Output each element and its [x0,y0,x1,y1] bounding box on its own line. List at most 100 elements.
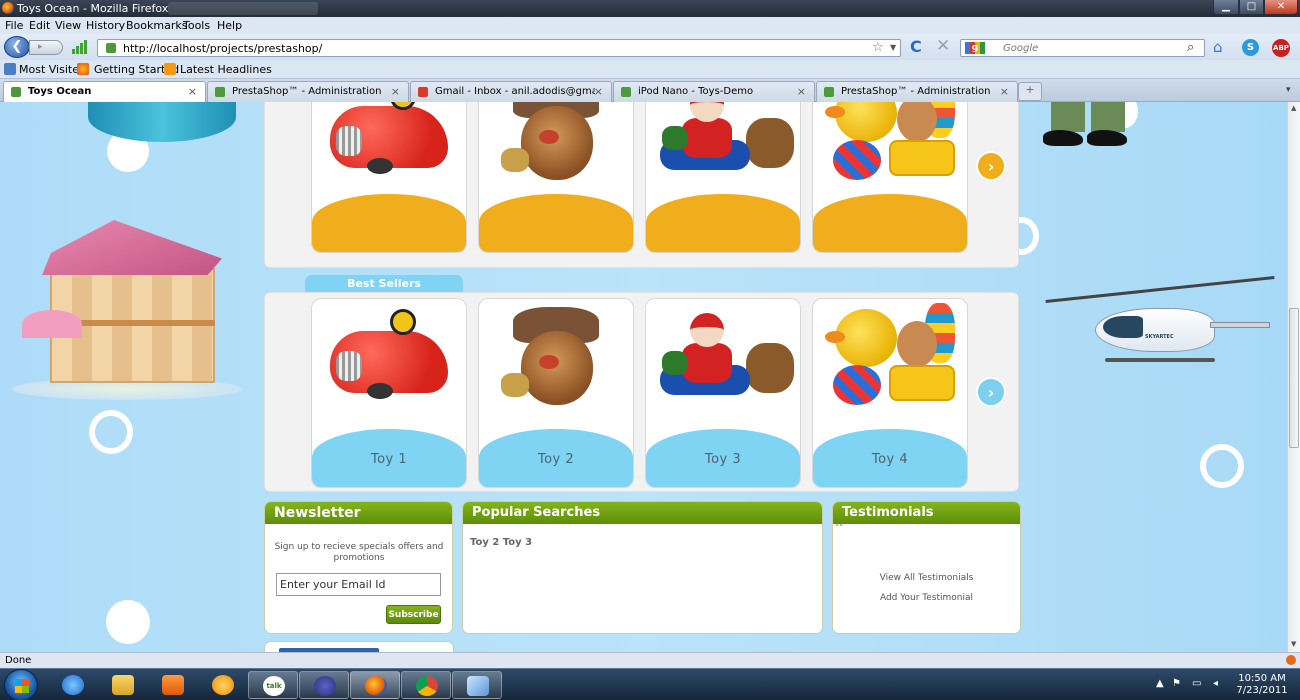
product-name[interactable]: Toy 3 [646,452,800,467]
firefox-bookmark-icon [77,63,89,75]
menu-help[interactable]: Help [217,19,242,32]
taskbar-ie[interactable] [48,671,98,699]
tab-close-icon[interactable]: × [391,85,400,98]
forward-button[interactable]: ▸ [29,40,63,55]
title-bar: Toys Ocean - Mozilla Firefox ▁ □ ✕ [0,0,1300,17]
toy-santa-image [646,102,800,186]
tab-gmail[interactable]: Gmail - Inbox - anil.adodis@gmail.c... × [410,81,612,102]
taskbar-chrome[interactable] [401,671,451,699]
product-card[interactable]: Toy 2 [478,298,634,488]
tab-label: PrestaShop™ - Administration panel [841,86,991,97]
product-card[interactable] [311,102,467,253]
rss-icon [164,63,176,75]
menu-bookmarks[interactable]: Bookmarks [126,19,187,32]
menu-tools[interactable]: Tools [183,19,210,32]
stop-button[interactable]: ✕ [936,36,950,56]
site-favicon [106,43,116,53]
product-band: Toy 2 [479,429,633,487]
subscribe-button[interactable]: Subscribe [386,605,441,624]
show-hidden-icons[interactable]: ▲ [1156,678,1164,689]
bookmark-most-visited[interactable]: Most Visited [19,63,86,76]
skype-icon[interactable]: S [1242,39,1259,56]
taskbar-firefox[interactable] [350,671,400,699]
newsletter-box: Newsletter Sign up to recieve specials o… [264,501,453,634]
taskbar: talk ▲ ⚑ ▭ ◂ 10:50 AM 7/23/2011 [0,668,1300,700]
firefox-icon [2,2,14,14]
taskbar-messenger[interactable] [198,671,248,699]
email-input[interactable] [276,573,441,596]
google-icon[interactable]: g [965,42,985,54]
addon-icon[interactable] [1286,655,1296,665]
taskbar-gtalk[interactable]: talk [248,671,298,699]
tab-toys-ocean[interactable]: Toys Ocean × [3,81,206,103]
action-center-icon[interactable]: ⚑ [1172,678,1181,689]
close-button[interactable]: ✕ [1264,0,1298,15]
product-name[interactable]: Toy 1 [312,452,466,467]
toy-potato-image [479,102,633,186]
scroll-thumb[interactable] [1289,308,1299,448]
new-tab-button[interactable]: + [1018,82,1042,101]
tab-bar: Toys Ocean × PrestaShop™ - Administratio… [0,79,1300,103]
product-card[interactable] [812,102,968,253]
gmail-icon [418,87,428,97]
menu-file[interactable]: File [5,19,23,32]
start-button[interactable] [4,669,38,700]
search-box[interactable]: g Google ⌕ [960,39,1205,57]
tab-close-icon[interactable]: × [797,85,806,98]
toy-santa-image [646,299,800,411]
menu-history[interactable]: History [86,19,125,32]
search-icon[interactable]: ⌕ [1187,40,1194,55]
taskbar-explorer[interactable] [98,671,148,699]
tab-list-icon[interactable]: ▾ [1286,85,1291,95]
back-button[interactable]: ❮ [4,36,30,58]
product-card[interactable]: Toy 1 [311,298,467,488]
minimize-button[interactable]: ▁ [1213,0,1239,15]
tab-prestashop-admin[interactable]: PrestaShop™ - Administration panel × [207,81,409,102]
scroll-up-icon[interactable]: ▲ [1291,104,1296,112]
bookmark-star-icon[interactable]: ☆ [872,40,884,55]
vertical-scrollbar[interactable]: ▲ ▼ [1287,102,1300,652]
next-arrow-icon[interactable]: › [976,377,1006,407]
home-icon[interactable]: ⌂ [1213,38,1223,56]
search-placeholder: Google [1003,43,1039,54]
product-card[interactable]: Toy 4 [812,298,968,488]
product-band: Toy 3 [646,429,800,487]
folder-icon [112,675,134,695]
tab-close-icon[interactable]: × [1000,85,1009,98]
volume-icon[interactable]: ◂ [1213,678,1218,689]
taskbar-media-player[interactable] [148,671,198,699]
tab-close-icon[interactable]: × [594,85,603,98]
menu-view[interactable]: View [55,19,81,32]
view-all-testimonials-link[interactable]: View All Testimonials [833,573,1020,583]
helicopter-image: SKYARTEC [1045,270,1275,385]
product-card[interactable] [478,102,634,253]
taskbar-eclipse[interactable] [299,671,349,699]
eclipse-icon [314,676,336,696]
add-testimonial-link[interactable]: Add Your Testimonial [833,593,1020,603]
taskbar-app[interactable] [452,671,502,699]
menu-edit[interactable]: Edit [29,19,50,32]
product-band [646,194,800,252]
maximize-button[interactable]: □ [1239,0,1264,15]
scroll-down-icon[interactable]: ▼ [1291,640,1296,648]
popular-tags[interactable]: Toy 2 Toy 3 [470,537,532,548]
url-bar[interactable]: http://localhost/projects/prestashop/ ☆ … [97,39,901,57]
tab-close-icon[interactable]: × [188,85,197,98]
adblock-icon[interactable]: ABP [1272,39,1290,57]
product-name[interactable]: Toy 4 [813,452,967,467]
tab-prestashop-admin-2[interactable]: PrestaShop™ - Administration panel × [816,81,1018,102]
product-card[interactable]: Toy 3 [645,298,801,488]
bookmark-latest-headlines[interactable]: Latest Headlines [180,63,272,76]
product-card[interactable] [645,102,801,253]
tab-favicon [11,87,21,97]
popular-searches-title: Popular Searches [463,502,822,524]
reload-button[interactable]: C [910,37,922,56]
product-name[interactable]: Toy 2 [479,452,633,467]
title-bar-ghost [168,2,318,15]
url-dropdown-icon[interactable]: ▼ [890,43,896,52]
clock[interactable]: 10:50 AM 7/23/2011 [1234,673,1290,697]
messenger-icon [212,675,234,695]
tab-ipod-nano[interactable]: iPod Nano - Toys-Demo × [613,81,815,102]
next-arrow-icon[interactable]: › [976,151,1006,181]
network-icon[interactable]: ▭ [1192,678,1201,689]
